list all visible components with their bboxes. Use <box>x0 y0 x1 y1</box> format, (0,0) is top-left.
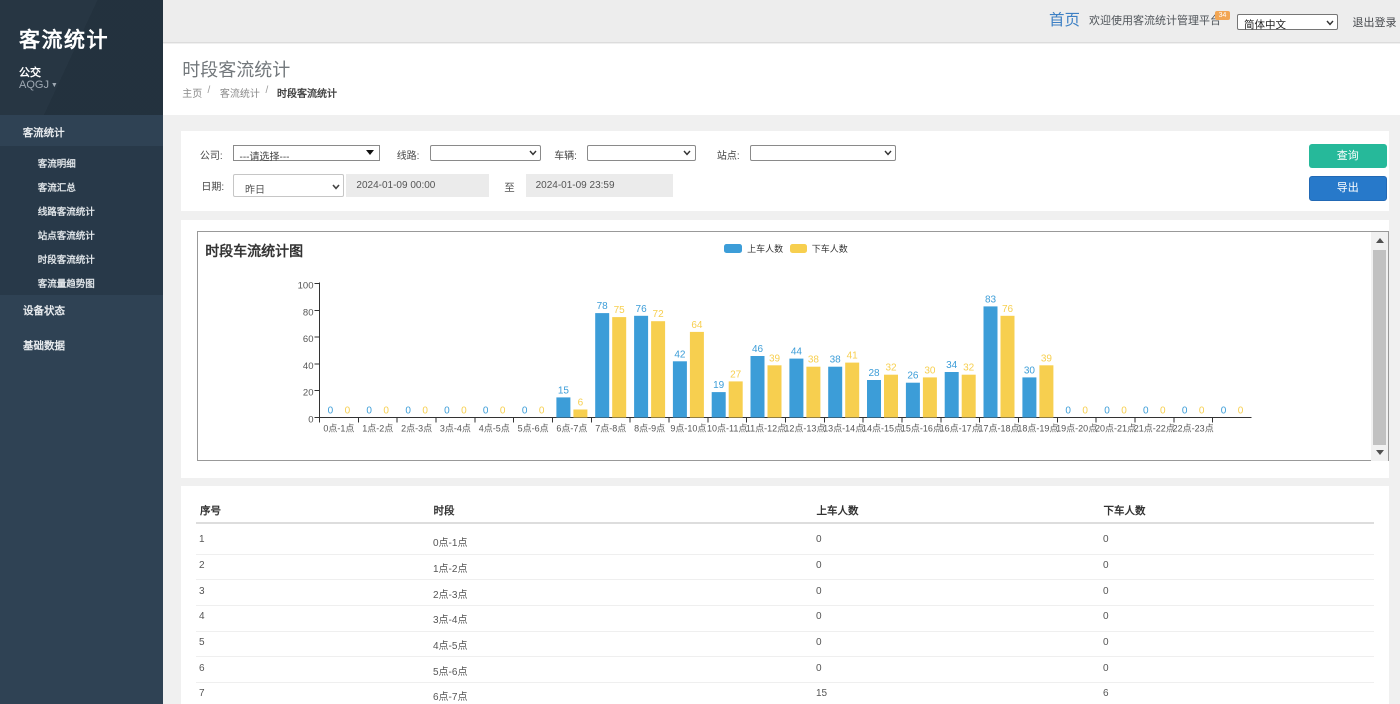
svg-text:100: 100 <box>298 281 314 292</box>
svg-text:44: 44 <box>791 347 803 358</box>
svg-text:0: 0 <box>1160 406 1166 417</box>
svg-text:0: 0 <box>422 406 428 417</box>
svg-text:16点-17点: 16点-17点 <box>940 424 981 434</box>
svg-text:28: 28 <box>868 368 880 379</box>
svg-text:26: 26 <box>907 371 919 382</box>
svg-text:0: 0 <box>308 415 313 426</box>
svg-text:10点-11点: 10点-11点 <box>707 424 747 434</box>
svg-text:3点-4点: 3点-4点 <box>440 424 471 434</box>
svg-text:0: 0 <box>1238 406 1244 417</box>
svg-text:7点-8点: 7点-8点 <box>595 424 626 434</box>
svg-text:4点-5点: 4点-5点 <box>479 424 510 434</box>
svg-text:0: 0 <box>366 406 372 417</box>
svg-text:20点-21点: 20点-21点 <box>1095 424 1136 434</box>
svg-text:27: 27 <box>730 369 742 380</box>
svg-text:64: 64 <box>691 320 703 331</box>
svg-text:0: 0 <box>444 406 450 417</box>
svg-text:8点-9点: 8点-9点 <box>634 424 665 434</box>
svg-text:9点-10点: 9点-10点 <box>670 424 706 434</box>
svg-text:0: 0 <box>405 406 411 417</box>
svg-text:17点-18点: 17点-18点 <box>978 424 1019 434</box>
svg-text:20: 20 <box>303 388 314 399</box>
svg-text:40: 40 <box>303 361 314 372</box>
svg-text:80: 80 <box>303 307 314 318</box>
svg-text:72: 72 <box>653 309 665 320</box>
svg-text:38: 38 <box>830 355 842 366</box>
svg-text:46: 46 <box>752 344 764 355</box>
svg-text:15: 15 <box>558 385 570 396</box>
svg-text:19点-20点: 19点-20点 <box>1056 424 1097 434</box>
svg-text:0: 0 <box>1082 406 1088 417</box>
svg-text:0: 0 <box>461 406 467 417</box>
svg-text:41: 41 <box>847 351 859 362</box>
svg-text:14点-15点: 14点-15点 <box>862 424 903 434</box>
svg-text:30: 30 <box>924 365 936 376</box>
svg-text:83: 83 <box>985 294 997 305</box>
svg-text:21点-22点: 21点-22点 <box>1134 424 1175 434</box>
svg-text:76: 76 <box>636 304 648 315</box>
svg-text:1点-2点: 1点-2点 <box>362 424 393 434</box>
svg-text:0: 0 <box>500 406 506 417</box>
svg-text:0: 0 <box>1065 406 1071 417</box>
svg-text:0: 0 <box>1221 406 1227 417</box>
svg-text:76: 76 <box>1002 304 1014 315</box>
svg-text:38: 38 <box>808 355 820 366</box>
svg-text:22点-23点: 22点-23点 <box>1173 424 1214 434</box>
svg-text:11点-12点: 11点-12点 <box>746 424 786 434</box>
svg-text:32: 32 <box>963 363 975 374</box>
svg-text:0: 0 <box>383 406 389 417</box>
svg-text:0: 0 <box>1104 406 1110 417</box>
svg-text:78: 78 <box>597 301 609 312</box>
svg-text:30: 30 <box>1024 365 1036 376</box>
svg-text:19: 19 <box>713 380 725 391</box>
svg-text:13点-14点: 13点-14点 <box>823 424 864 434</box>
svg-text:32: 32 <box>885 363 897 374</box>
svg-text:18点-19点: 18点-19点 <box>1017 424 1058 434</box>
svg-text:6: 6 <box>578 398 584 409</box>
svg-text:0: 0 <box>1182 406 1188 417</box>
svg-text:34: 34 <box>946 360 958 371</box>
svg-text:0: 0 <box>328 406 334 417</box>
svg-text:12点-13点: 12点-13点 <box>784 424 825 434</box>
svg-text:0点-1点: 0点-1点 <box>323 424 354 434</box>
svg-text:0: 0 <box>345 406 351 417</box>
svg-text:42: 42 <box>674 349 686 360</box>
svg-text:0: 0 <box>1143 406 1149 417</box>
svg-text:0: 0 <box>1121 406 1127 417</box>
svg-text:15点-16点: 15点-16点 <box>901 424 942 434</box>
svg-text:39: 39 <box>769 353 781 364</box>
svg-text:6点-7点: 6点-7点 <box>556 424 587 434</box>
svg-text:60: 60 <box>303 334 314 345</box>
svg-text:75: 75 <box>614 305 626 316</box>
svg-text:0: 0 <box>539 406 545 417</box>
svg-text:0: 0 <box>483 406 489 417</box>
svg-text:39: 39 <box>1041 353 1053 364</box>
svg-text:5点-6点: 5点-6点 <box>518 424 549 434</box>
svg-text:0: 0 <box>1199 406 1205 417</box>
svg-text:0: 0 <box>522 406 528 417</box>
svg-text:2点-3点: 2点-3点 <box>401 424 432 434</box>
